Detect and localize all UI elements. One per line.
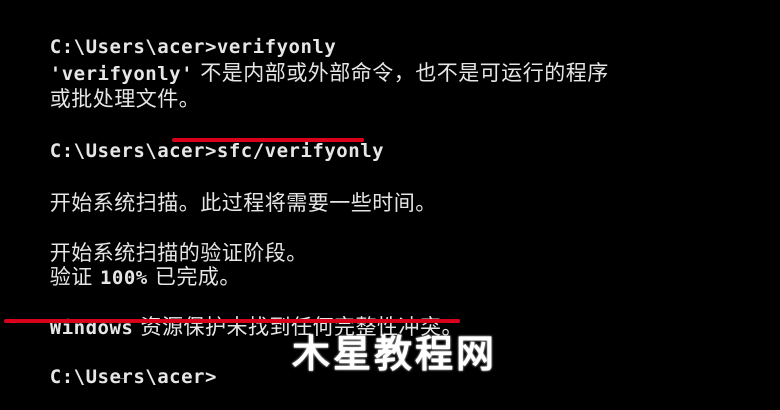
verify-complete-text: 已完成。 [147,265,241,289]
prompt-path: C:\Users\acer> [49,366,217,388]
text-cursor: _ [118,363,127,379]
watermark-logo: 木星教程网 [292,332,498,376]
error-message-cont: 或批处理文件。 [49,87,201,111]
highlight-underline-command [172,138,364,142]
error-message: 不是内部或外部命令，也不是可运行的程序 [193,61,609,85]
console-line-prompt-3: C:\Users\acer> [2,344,217,410]
highlight-underline-result [4,319,460,323]
prompt-path: C:\Users\acer> [49,140,217,162]
console-window[interactable]: C:\Users\acer>verifyonly 'verifyonly' 不是… [0,0,780,388]
verify-label: 验证 [49,265,100,289]
scan-start-message: 开始系统扫描。此过程将需要一些时间。 [49,191,437,215]
verify-progress-value: 100% [99,267,148,289]
command-text: sfc/verifyonly [216,140,385,162]
